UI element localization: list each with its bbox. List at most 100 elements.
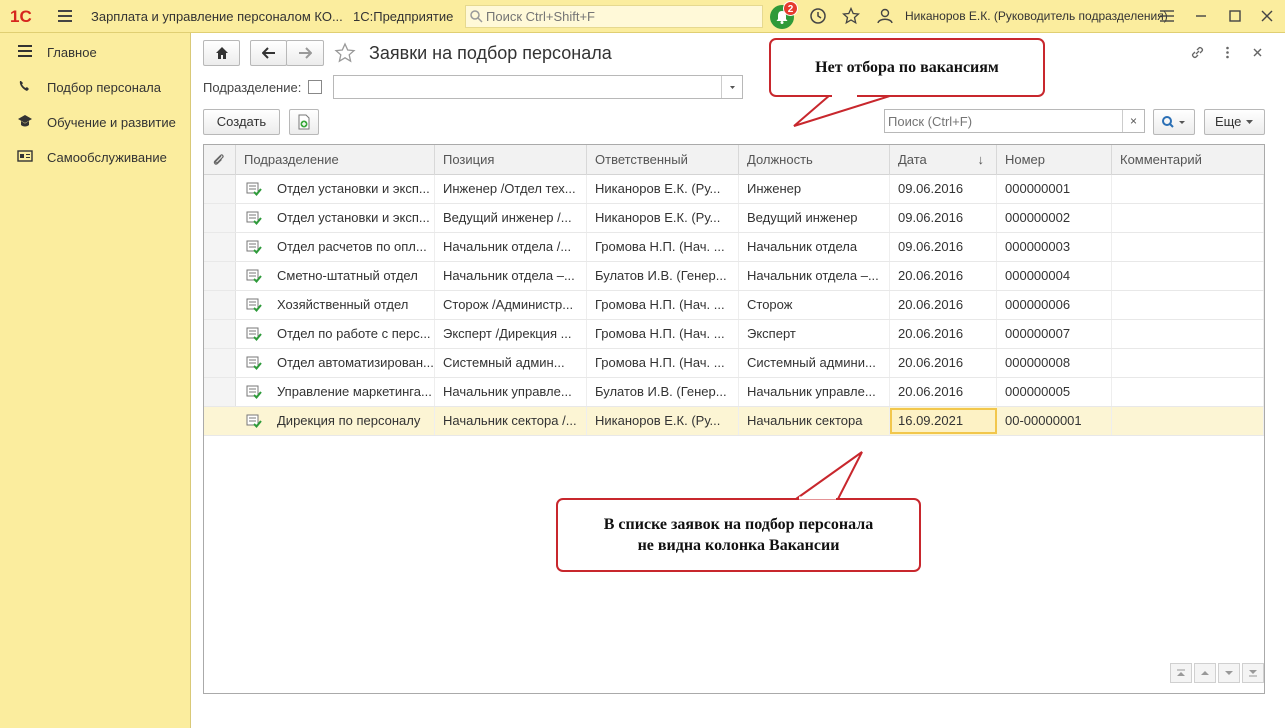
cell-number[interactable]: 000000007 — [997, 320, 1112, 348]
filter-checkbox[interactable] — [308, 80, 322, 94]
more-vertical-icon[interactable] — [1219, 44, 1236, 61]
cell-number[interactable]: 000000008 — [997, 349, 1112, 377]
table-row[interactable]: Дирекция по персоналу Начальник сектора /… — [204, 407, 1264, 436]
cell-position[interactable]: Начальник сектора /... — [435, 407, 587, 435]
cell-department[interactable]: Отдел установки и эксп... — [269, 204, 435, 232]
cell-date[interactable]: 20.06.2016 — [890, 291, 997, 319]
link-icon[interactable] — [1189, 44, 1206, 61]
cell-department[interactable]: Сметно-штатный отдел — [269, 262, 435, 290]
current-user[interactable]: Никаноров Е.К. (Руководитель подразделен… — [905, 9, 1168, 23]
cell-date[interactable]: 09.06.2016 — [890, 175, 997, 203]
close-form-icon[interactable] — [1249, 44, 1266, 61]
sidebar-item-training[interactable]: Обучение и развитие — [0, 106, 191, 136]
cell-department[interactable]: Отдел расчетов по опл... — [269, 233, 435, 261]
sidebar-item-recruiting[interactable]: Подбор персонала — [0, 71, 191, 101]
list-search-input[interactable] — [888, 113, 1118, 129]
cell-department[interactable]: Отдел по работе с перс... — [269, 320, 435, 348]
user-icon[interactable] — [876, 7, 894, 25]
scroll-last-button[interactable] — [1242, 663, 1264, 683]
cell-job-title[interactable]: Начальник сектора — [739, 407, 890, 435]
favorites-star-icon[interactable] — [842, 7, 860, 25]
cell-department[interactable]: Управление маркетинга... — [269, 378, 435, 406]
cell-number[interactable]: 000000005 — [997, 378, 1112, 406]
main-menu-icon[interactable] — [58, 10, 72, 22]
cell-comment[interactable] — [1112, 378, 1264, 406]
cell-comment[interactable] — [1112, 349, 1264, 377]
cell-comment[interactable] — [1112, 407, 1264, 435]
cell-job-title[interactable]: Системный админи... — [739, 349, 890, 377]
table-row[interactable]: Отдел по работе с перс... Эксперт /Дирекц… — [204, 320, 1264, 349]
column-header-date[interactable]: Дата ↓ — [890, 145, 997, 175]
cell-responsible[interactable]: Громова Н.П. (Нач. ... — [587, 291, 739, 319]
sidebar-item-self-service[interactable]: Самообслуживание — [0, 141, 191, 171]
list-search[interactable]: × — [884, 109, 1145, 133]
cell-responsible[interactable]: Никаноров Е.К. (Ру... — [587, 175, 739, 203]
column-header-position[interactable]: Позиция — [435, 145, 587, 175]
cell-position[interactable]: Эксперт /Дирекция ... — [435, 320, 587, 348]
cell-position[interactable]: Системный админ... — [435, 349, 587, 377]
cell-responsible[interactable]: Булатов И.В. (Генер... — [587, 378, 739, 406]
cell-responsible[interactable]: Громова Н.П. (Нач. ... — [587, 233, 739, 261]
cell-number[interactable]: 000000003 — [997, 233, 1112, 261]
cell-responsible[interactable]: Никаноров Е.К. (Ру... — [587, 204, 739, 232]
column-header-responsible[interactable]: Ответственный — [587, 145, 739, 175]
cell-comment[interactable] — [1112, 204, 1264, 232]
cell-date[interactable]: 09.06.2016 — [890, 233, 997, 261]
cell-comment[interactable] — [1112, 175, 1264, 203]
more-button[interactable]: Еще — [1204, 109, 1265, 135]
search-options-button[interactable] — [1153, 109, 1195, 135]
table-row[interactable]: Хозяйственный отдел Сторож /Администр... Г… — [204, 291, 1264, 320]
cell-responsible[interactable]: Булатов И.В. (Генер... — [587, 262, 739, 290]
cell-comment[interactable] — [1112, 291, 1264, 319]
table-row[interactable]: Управление маркетинга... Начальник управл… — [204, 378, 1264, 407]
cell-job-title[interactable]: Инженер — [739, 175, 890, 203]
cell-number[interactable]: 000000001 — [997, 175, 1112, 203]
cell-job-title[interactable]: Ведущий инженер — [739, 204, 890, 232]
scroll-first-button[interactable] — [1170, 663, 1192, 683]
cell-number[interactable]: 000000002 — [997, 204, 1112, 232]
column-header-department[interactable]: Подразделение — [236, 145, 435, 175]
attachment-column-header[interactable] — [204, 145, 236, 175]
1c-logo-icon[interactable]: 1С — [10, 6, 44, 26]
cell-number[interactable]: 000000006 — [997, 291, 1112, 319]
cell-date[interactable]: 20.06.2016 — [890, 349, 997, 377]
cell-position[interactable]: Начальник управле... — [435, 378, 587, 406]
cell-department[interactable]: Хозяйственный отдел — [269, 291, 435, 319]
scroll-down-button[interactable] — [1218, 663, 1240, 683]
cell-job-title[interactable]: Начальник управле... — [739, 378, 890, 406]
home-button[interactable] — [203, 40, 240, 66]
cell-job-title[interactable]: Начальник отдела — [739, 233, 890, 261]
minimize-icon[interactable] — [1192, 7, 1210, 25]
department-select[interactable] — [333, 75, 743, 99]
cell-responsible[interactable]: Громова Н.П. (Нач. ... — [587, 320, 739, 348]
clear-search-button[interactable]: × — [1122, 110, 1144, 132]
cell-department[interactable]: Дирекция по персоналу — [269, 407, 435, 435]
cell-number[interactable]: 00-00000001 — [997, 407, 1112, 435]
column-header-number[interactable]: Номер — [997, 145, 1112, 175]
cell-department[interactable]: Отдел автоматизирован... — [269, 349, 435, 377]
column-header-job-title[interactable]: Должность — [739, 145, 890, 175]
cell-date[interactable]: 09.06.2016 — [890, 204, 997, 232]
global-search[interactable] — [465, 5, 763, 28]
create-button[interactable]: Создать — [203, 109, 280, 135]
history-icon[interactable] — [809, 7, 827, 25]
cell-comment[interactable] — [1112, 262, 1264, 290]
requests-table[interactable]: Подразделение Позиция Ответственный Долж… — [203, 144, 1265, 694]
table-row[interactable]: Сметно-штатный отдел Начальник отдела –..… — [204, 262, 1264, 291]
cell-comment[interactable] — [1112, 233, 1264, 261]
global-search-input[interactable] — [486, 8, 756, 25]
cell-position[interactable]: Сторож /Администр... — [435, 291, 587, 319]
maximize-icon[interactable] — [1226, 7, 1244, 25]
cell-position[interactable]: Начальник отдела –... — [435, 262, 587, 290]
cell-job-title[interactable]: Начальник отдела –... — [739, 262, 890, 290]
table-row[interactable]: Отдел автоматизирован... Системный админ.… — [204, 349, 1264, 378]
cell-position[interactable]: Ведущий инженер /... — [435, 204, 587, 232]
copy-add-button[interactable] — [289, 109, 319, 135]
cell-responsible[interactable]: Никаноров Е.К. (Ру... — [587, 407, 739, 435]
cell-date[interactable]: 20.06.2016 — [890, 378, 997, 406]
table-row[interactable]: Отдел установки и эксп... Инженер /Отдел … — [204, 175, 1264, 204]
cell-date[interactable]: 20.06.2016 — [890, 320, 997, 348]
cell-position[interactable]: Начальник отдела /... — [435, 233, 587, 261]
cell-department[interactable]: Отдел установки и эксп... — [269, 175, 435, 203]
close-window-icon[interactable] — [1258, 7, 1276, 25]
